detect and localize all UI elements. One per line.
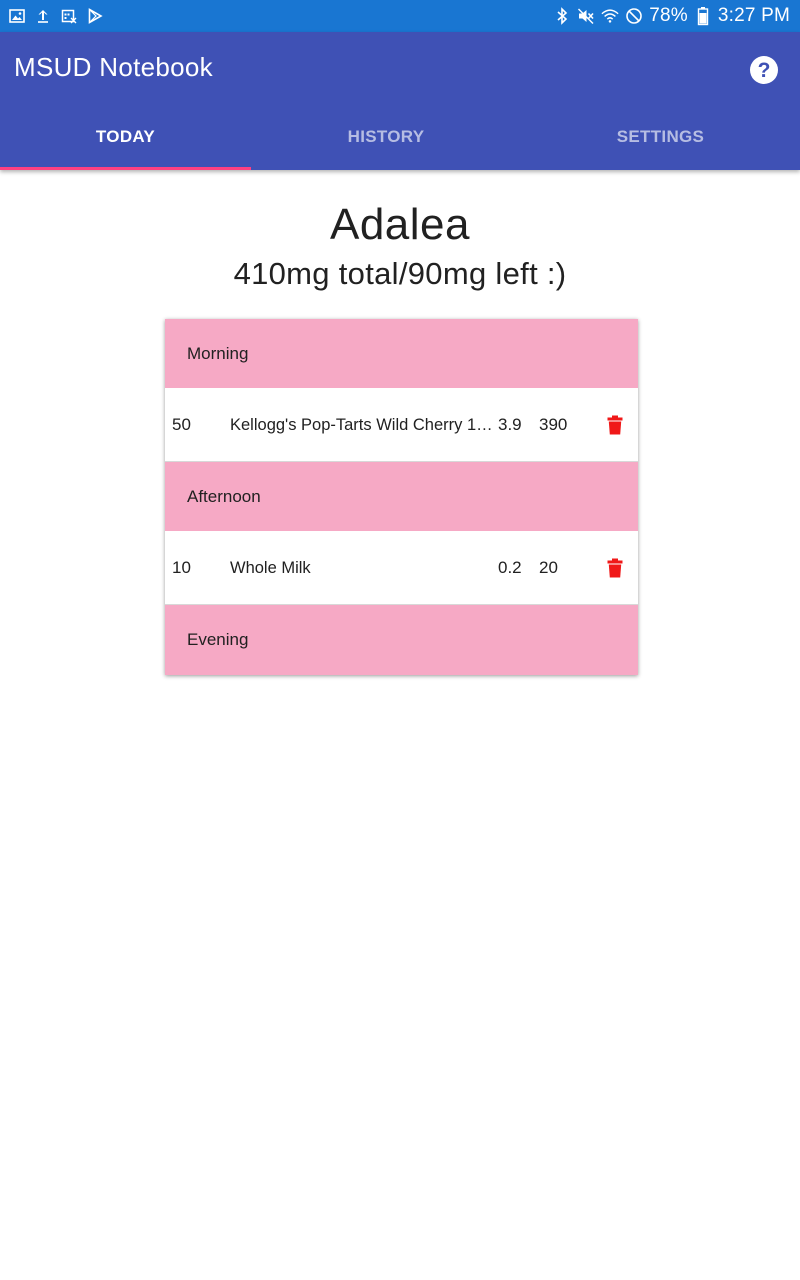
section-header-evening: Evening [165,605,638,675]
section-label: Afternoon [187,486,261,506]
help-icon: ? [757,58,771,82]
status-bar: 78% 3:27 PM [0,0,800,32]
tab-indicator [0,167,251,170]
daily-summary: 410mg total/90mg left :) [233,256,567,291]
app-bar: MSUD Notebook ? TODAY HISTORY SETTINGS [0,32,800,170]
delete-entry-button[interactable] [603,388,627,462]
entry-food: Kellogg's Pop-Tarts Wild Cherry 1 pastry [230,416,495,434]
entry-food: Whole Milk [230,559,311,577]
log-entry[interactable]: 50 Kellogg's Pop-Tarts Wild Cherry 1 pas… [165,388,638,462]
play-store-icon [86,7,104,25]
battery-percent: 78% [649,5,688,26]
section-label: Evening [187,630,249,649]
status-bar-notifications [8,6,104,26]
mute-icon [577,7,595,25]
section-label: Morning [187,343,249,363]
calendar-icon [60,7,78,25]
app-title: MSUD Notebook [14,52,213,82]
tab-bar: TODAY HISTORY SETTINGS [0,104,800,170]
wifi-icon [601,7,619,25]
battery-icon [694,7,712,26]
upload-icon [34,7,52,25]
log-entry[interactable]: 10 Whole Milk 0.2 20 [165,531,638,605]
trash-icon [607,415,623,435]
image-icon [8,7,26,25]
entry-mg: 20 [539,558,558,577]
entry-leucine-factor: 3.9 [498,415,522,434]
section-header-afternoon: Afternoon [165,462,638,531]
tab-history[interactable]: HISTORY [251,104,521,170]
delete-entry-button[interactable] [603,531,627,605]
status-bar-system: 78% 3:27 PM [553,4,790,28]
bluetooth-icon [553,7,571,25]
person-name: Adalea [329,200,470,249]
do-not-disturb-icon [625,7,643,25]
entry-amount: 10 [172,558,191,577]
tab-settings[interactable]: SETTINGS [521,104,800,170]
daily-log-card: Morning 50 Kellogg's Pop-Tarts Wild Cher… [165,319,638,675]
help-button[interactable]: ? [750,56,778,84]
entry-mg: 390 [539,415,568,434]
tab-today[interactable]: TODAY [0,104,251,170]
entry-leucine-factor: 0.2 [498,558,522,577]
section-header-morning: Morning [165,319,638,388]
clock: 3:27 PM [717,5,790,26]
entry-amount: 50 [172,415,191,434]
trash-icon [607,558,623,578]
